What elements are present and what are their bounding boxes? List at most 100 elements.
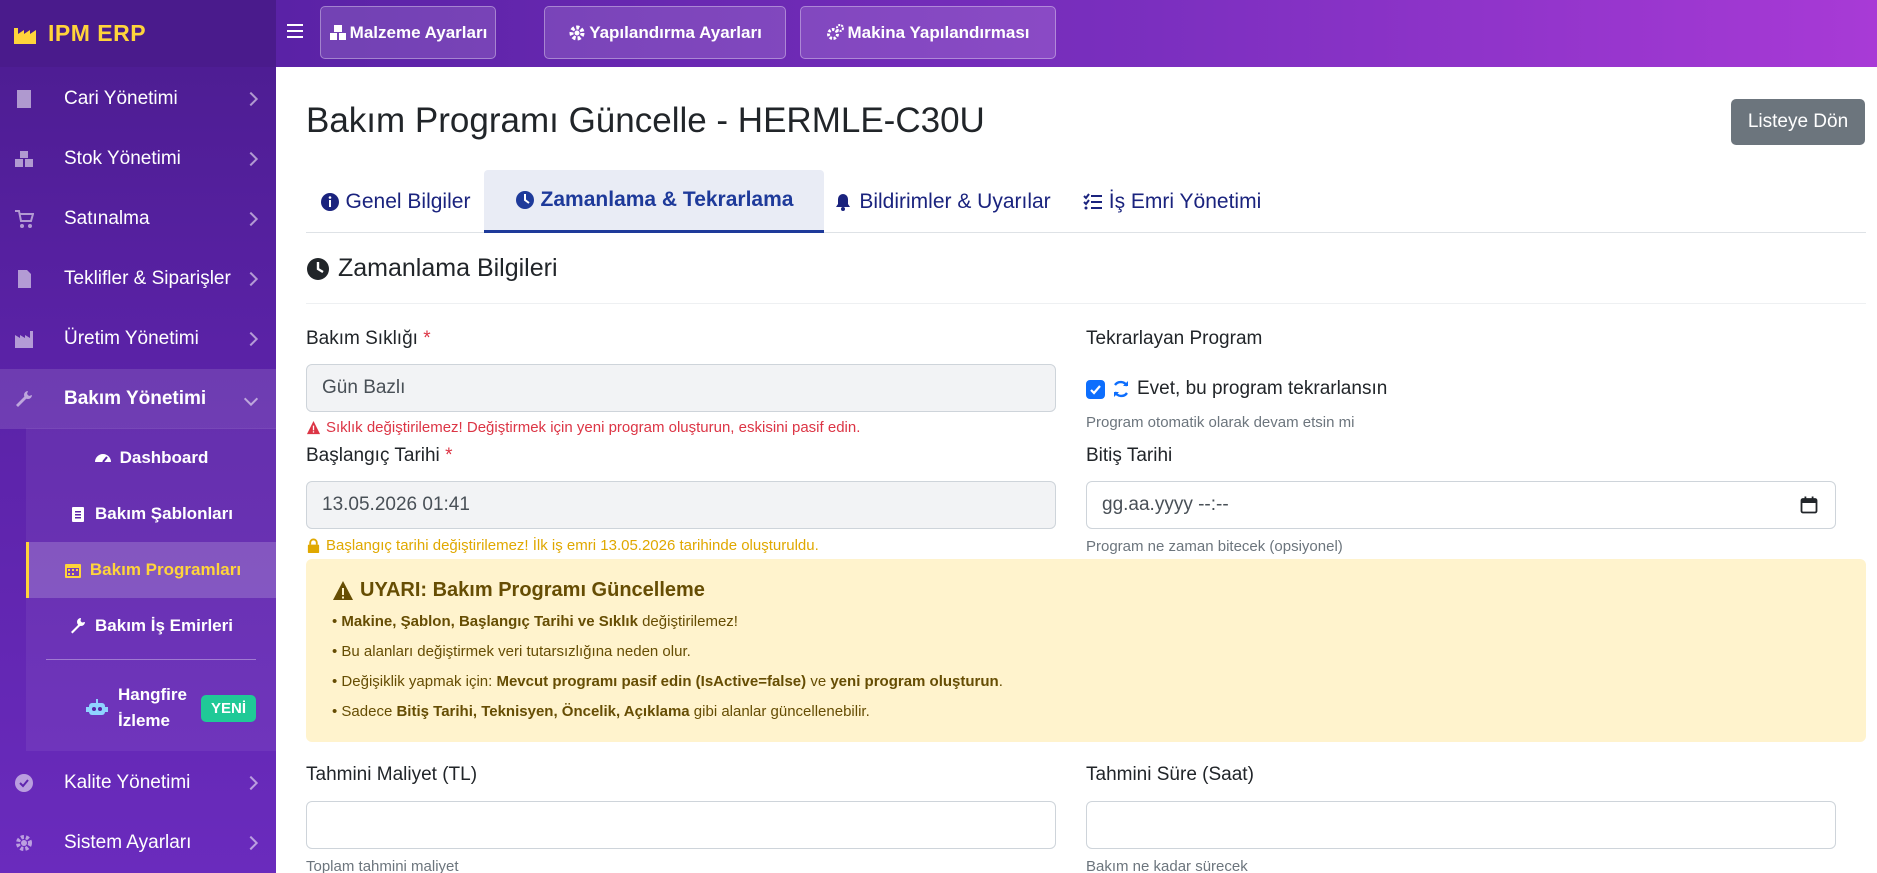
chevron-right-icon bbox=[243, 151, 259, 167]
start-date-field[interactable]: 13.05.2026 01:41 bbox=[306, 481, 1056, 529]
chevron-down-icon bbox=[243, 391, 259, 407]
warning-icon bbox=[306, 420, 321, 435]
sidebar-item-label: Kalite Yönetimi bbox=[64, 772, 191, 793]
check-circle-icon bbox=[15, 774, 33, 792]
file-invoice-icon bbox=[18, 270, 31, 288]
bell-icon bbox=[836, 193, 851, 211]
alert-title: UYARI: Bakım Programı Güncelleme bbox=[332, 579, 705, 602]
recurring-label: Tekrarlayan Program bbox=[1086, 328, 1263, 349]
bakim-submenu: Dashboard Bakım Şablonları Bakım Program… bbox=[26, 428, 276, 751]
chevron-right-icon bbox=[243, 835, 259, 851]
makina-yapilandirmasi-button[interactable]: Makina Yapılandırması bbox=[800, 6, 1056, 59]
new-badge: YENİ bbox=[201, 694, 257, 722]
submenu-divider bbox=[46, 659, 256, 660]
frequency-field[interactable]: Gün Bazlı bbox=[306, 364, 1056, 412]
update-warning-alert: UYARI: Bakım Programı Güncelleme • Makin… bbox=[306, 559, 1866, 742]
sidebar-item-label: Üretim Yönetimi bbox=[64, 328, 199, 349]
brand[interactable]: IPM ERP bbox=[0, 0, 276, 67]
tab-is-emri[interactable]: İş Emri Yönetimi bbox=[1060, 170, 1284, 233]
sidebar-item-uretim[interactable]: Üretim Yönetimi bbox=[0, 309, 276, 369]
sidebar-item-label: Sistem Ayarları bbox=[64, 832, 192, 853]
sidebar-item-label: Stok Yönetimi bbox=[64, 148, 181, 169]
tab-zamanlama[interactable]: Zamanlama & Tekrarlama bbox=[484, 170, 824, 233]
submenu-item-label: Dashboard bbox=[119, 448, 209, 467]
end-date-label: Bitiş Tarihi bbox=[1086, 445, 1173, 466]
cart-icon bbox=[15, 210, 34, 228]
list-check-icon bbox=[1083, 192, 1102, 209]
gear-icon bbox=[16, 835, 32, 851]
brand-name: IPM ERP bbox=[48, 20, 147, 46]
start-date-label: Başlangıç Tarihi * bbox=[306, 445, 453, 466]
menu-toggle-icon[interactable] bbox=[287, 24, 303, 38]
clipboard-list-icon bbox=[72, 507, 85, 522]
alert-line-4: • Sadece Bitiş Tarihi, Teknisyen, Önceli… bbox=[332, 703, 870, 720]
gauge-icon bbox=[94, 454, 111, 463]
chevron-right-icon bbox=[243, 271, 259, 287]
tab-genel-bilgiler[interactable]: Genel Bilgiler bbox=[306, 170, 484, 233]
submenu-item-is-emirleri[interactable]: Bakım İş Emirleri bbox=[26, 598, 276, 654]
malzeme-ayarlari-button[interactable]: Malzeme Ayarları bbox=[320, 6, 496, 59]
sidebar-item-sistem[interactable]: Sistem Ayarları bbox=[0, 813, 276, 873]
calendar-icon[interactable] bbox=[1800, 496, 1818, 514]
yapilandirma-ayarlari-button[interactable]: Yapılandırma Ayarları bbox=[544, 6, 786, 59]
submenu-item-label: Bakım Şablonları bbox=[95, 504, 233, 523]
calendar-icon bbox=[64, 564, 81, 578]
recurring-checkbox-label[interactable]: Evet, bu program tekrarlansın bbox=[1111, 378, 1387, 400]
sidebar-item-label: Satınalma bbox=[64, 208, 150, 229]
cubes-icon bbox=[329, 24, 346, 40]
estimated-cost-help: Toplam tahmini maliyet bbox=[306, 858, 459, 873]
tab-bar: Genel Bilgiler Zamanlama & Tekrarlama Bi… bbox=[306, 170, 1866, 233]
sidebar-item-bakim[interactable]: Bakım Yönetimi bbox=[0, 369, 276, 429]
alert-line-2: • Bu alanları değiştirmek veri tutarsızl… bbox=[332, 643, 691, 660]
sidebar-item-cari[interactable]: Cari Yönetimi bbox=[0, 69, 276, 129]
chevron-right-icon bbox=[243, 331, 259, 347]
clock-icon bbox=[515, 191, 534, 209]
tab-bildirimler[interactable]: Bildirimler & Uyarılar bbox=[824, 170, 1060, 233]
tab-label: İş Emri Yönetimi bbox=[1108, 189, 1262, 213]
section-title-text: Zamanlama Bilgileri bbox=[338, 254, 558, 282]
estimated-duration-label: Tahmini Süre (Saat) bbox=[1086, 764, 1254, 785]
sidebar-item-label: Teklifler & Siparişler bbox=[64, 268, 231, 289]
sidebar-item-stok[interactable]: Stok Yönetimi bbox=[0, 129, 276, 189]
recurring-checkbox[interactable] bbox=[1086, 380, 1105, 399]
tab-label: Genel Bilgiler bbox=[345, 189, 471, 213]
section-title: Zamanlama Bilgileri bbox=[306, 254, 558, 283]
sidebar-item-kalite[interactable]: Kalite Yönetimi bbox=[0, 753, 276, 813]
gears-icon bbox=[827, 23, 845, 40]
button-label: Makina Yapılandırması bbox=[847, 22, 1030, 42]
tools-icon bbox=[16, 391, 32, 407]
boxes-icon bbox=[15, 151, 33, 167]
estimated-duration-input[interactable] bbox=[1086, 801, 1836, 849]
factory-icon bbox=[14, 27, 36, 44]
alert-line-1: • Makine, Şablon, Başlangıç Tarihi ve Sı… bbox=[332, 613, 738, 630]
submenu-item-sablonlar[interactable]: Bakım Şablonları bbox=[26, 486, 276, 542]
topbar: Malzeme Ayarları Yapılandırma Ayarları M… bbox=[276, 0, 1877, 67]
warning-icon bbox=[333, 580, 353, 600]
page-title: Bakım Programı Güncelle - HERMLE-C30U bbox=[306, 101, 985, 140]
submenu-item-programlar[interactable]: Bakım Programları bbox=[26, 542, 276, 598]
chevron-right-icon bbox=[243, 775, 259, 791]
sidebar-item-teklifler[interactable]: Teklifler & Siparişler bbox=[0, 249, 276, 309]
info-circle-icon bbox=[320, 192, 339, 211]
submenu-item-label: Bakım Programları bbox=[89, 560, 242, 579]
estimated-duration-help: Bakım ne kadar sürecek bbox=[1086, 858, 1248, 873]
start-date-warning: Başlangıç tarihi değiştirilemez! İlk iş … bbox=[306, 537, 819, 554]
submenu-item-hangfire[interactable]: Hangfire İzleme YENİ bbox=[26, 673, 276, 743]
sidebar: IPM ERP Cari Yönetimi Stok Yönetimi Satı… bbox=[0, 0, 276, 873]
main-content: Bakım Programı Güncelle - HERMLE-C30U Li… bbox=[276, 67, 1877, 873]
chevron-right-icon bbox=[243, 211, 259, 227]
alert-line-3: • Değişiklik yapmak için: Mevcut program… bbox=[332, 673, 1003, 690]
tab-label: Bildirimler & Uyarılar bbox=[859, 189, 1051, 213]
robot-icon bbox=[86, 699, 108, 715]
clock-icon bbox=[307, 257, 329, 280]
end-date-input[interactable]: gg.aa.yyyy --:-- bbox=[1086, 481, 1836, 529]
tab-label: Zamanlama & Tekrarlama bbox=[540, 188, 794, 211]
sidebar-item-satinalma[interactable]: Satınalma bbox=[0, 189, 276, 249]
back-to-list-button[interactable]: Listeye Dön bbox=[1731, 99, 1865, 145]
sidebar-item-label: Cari Yönetimi bbox=[64, 88, 178, 109]
end-date-help: Program ne zaman bitecek (opsiyonel) bbox=[1086, 538, 1343, 555]
estimated-cost-input[interactable] bbox=[306, 801, 1056, 849]
submenu-item-dashboard[interactable]: Dashboard bbox=[26, 430, 276, 486]
building-icon bbox=[17, 90, 31, 108]
section-divider bbox=[306, 303, 1866, 304]
